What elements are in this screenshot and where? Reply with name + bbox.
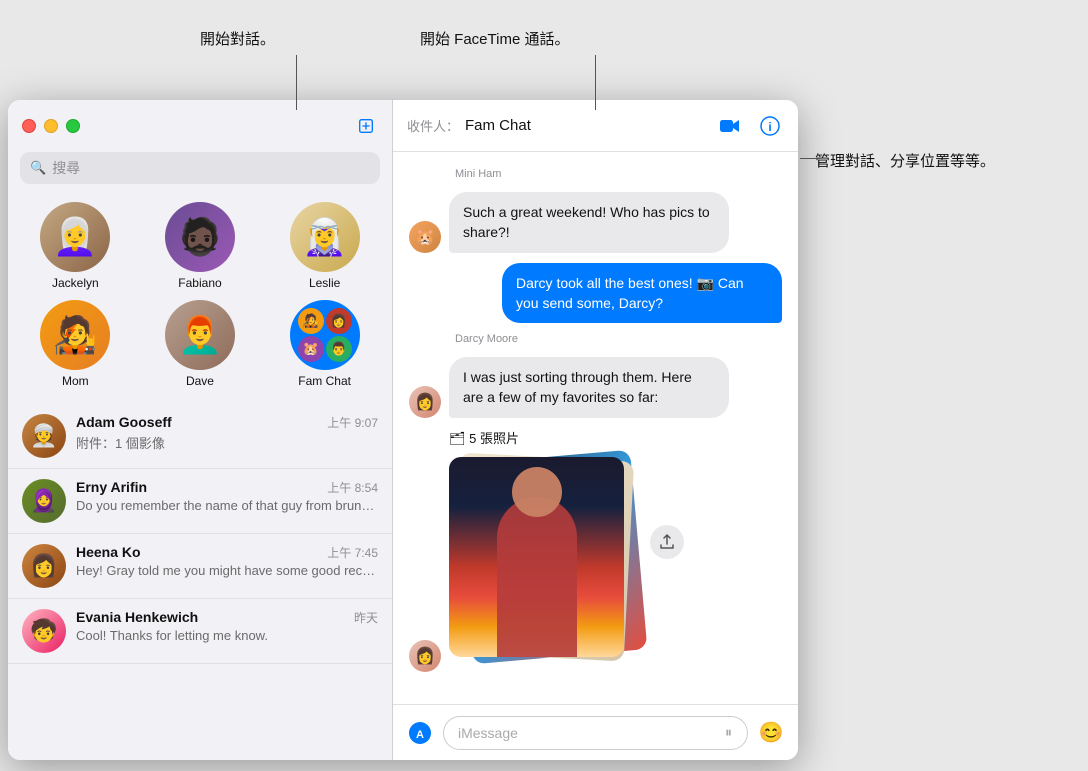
- sender-label-miniham: Mini Ham: [455, 168, 782, 180]
- messages-area: Mini Ham 🐹 Such a great weekend! Who has…: [393, 152, 798, 704]
- avatar-leslie: 🧝‍♀️: [290, 202, 360, 272]
- conversation-list: 👳 Adam Gooseff 上午 9:07 附件：1 個影像 🧕: [8, 404, 392, 760]
- info-button[interactable]: i: [756, 112, 784, 140]
- chat-title-section: 收件人： Fam Chat: [407, 116, 706, 135]
- avatar-famchat: 🧑‍🎤 👩 🐹 👨: [290, 300, 360, 370]
- share-button[interactable]: [650, 525, 684, 559]
- sender-label-darcy: Darcy Moore: [455, 333, 782, 345]
- conv-time-evania: 昨天: [354, 609, 378, 626]
- maximize-button[interactable]: [66, 119, 80, 133]
- conv-content-evania: Evania Henkewich 昨天 Cool! Thanks for let…: [76, 609, 378, 643]
- avatar-jackelyn: 👩‍🦳: [40, 202, 110, 272]
- message-row-3: 👩 I was just sorting through them. Here …: [409, 357, 782, 418]
- chat-header-actions: i: [716, 112, 784, 140]
- pinned-mom[interactable]: 🧑‍🎤 Mom: [30, 300, 120, 388]
- conv-preview-evania: Cool! Thanks for letting me know.: [76, 628, 378, 643]
- close-button[interactable]: [22, 119, 36, 133]
- contact-name-fabiano: Fabiano: [178, 276, 221, 290]
- conv-preview-erny: Do you remember the name of that guy fro…: [76, 498, 378, 513]
- avatar-heena: 👩: [22, 544, 66, 588]
- msg-bubble-1: Such a great weekend! Who has pics to sh…: [449, 192, 729, 253]
- conv-name-erny: Erny Arifin: [76, 479, 147, 495]
- conv-name-evania: Evania Henkewich: [76, 609, 198, 625]
- annotation-manage-chat: 管理對話、分享位置等等。: [815, 150, 995, 171]
- message-row-photos: 👩 🗂 5 張照片: [409, 428, 782, 672]
- annotation-start-chat: 開始對話。: [200, 28, 275, 49]
- pinned-famchat[interactable]: 🧑‍🎤 👩 🐹 👨 Fam Chat: [280, 300, 370, 388]
- avatar-dave: 👨‍🦰: [165, 300, 235, 370]
- pinned-leslie[interactable]: 🧝‍♀️ Leslie: [280, 202, 370, 290]
- msg-bubble-2: Darcy took all the best ones! 📷 Can you …: [502, 263, 782, 324]
- conv-time-heena: 上午 7:45: [327, 544, 378, 561]
- sidebar: 🔍 搜尋 👩‍🦳 Jackelyn 🧔🏿 Fabiano: [8, 100, 393, 760]
- msg-avatar-darcy-2: 👩: [409, 640, 441, 672]
- traffic-lights: [22, 119, 80, 133]
- minimize-button[interactable]: [44, 119, 58, 133]
- message-row-2: Darcy took all the best ones! 📷 Can you …: [409, 263, 782, 324]
- pinned-dave[interactable]: 👨‍🦰 Dave: [155, 300, 245, 388]
- facetime-button[interactable]: [716, 112, 744, 140]
- pinned-contacts: 👩‍🦳 Jackelyn 🧔🏿 Fabiano 🧝‍♀️ Leslie: [8, 194, 392, 404]
- svg-text:A: A: [416, 729, 424, 741]
- chat-panel: 收件人： Fam Chat i: [393, 100, 798, 760]
- msg-avatar-darcy: 👩: [409, 386, 441, 418]
- pinned-jackelyn[interactable]: 👩‍🦳 Jackelyn: [30, 202, 120, 290]
- pinned-fabiano[interactable]: 🧔🏿 Fabiano: [155, 202, 245, 290]
- app-window: 🔍 搜尋 👩‍🦳 Jackelyn 🧔🏿 Fabiano: [8, 100, 798, 760]
- contact-name-jackelyn: Jackelyn: [52, 276, 99, 290]
- conversation-evania[interactable]: 🧒 Evania Henkewich 昨天 Cool! Thanks for l…: [8, 599, 392, 664]
- input-bar: A iMessage ⏸ 😊: [393, 704, 798, 760]
- msg-bubble-3: I was just sorting through them. Here ar…: [449, 357, 729, 418]
- conv-content-heena: Heena Ko 上午 7:45 Hey! Gray told me you m…: [76, 544, 378, 578]
- photos-label: 🗂 5 張照片: [449, 428, 679, 447]
- contact-name-mom: Mom: [62, 374, 89, 388]
- conv-name-heena: Heena Ko: [76, 544, 141, 560]
- conv-preview-adam: 附件：1 個影像: [76, 433, 378, 452]
- chat-recipient: Fam Chat: [465, 117, 531, 134]
- avatar-adam: 👳: [22, 414, 66, 458]
- message-row-1: 🐹 Such a great weekend! Who has pics to …: [409, 192, 782, 253]
- annotation-start-facetime: 開始 FaceTime 通話。: [420, 28, 569, 49]
- conv-time-erny: 上午 8:54: [327, 479, 378, 496]
- search-bar[interactable]: 🔍 搜尋: [20, 152, 380, 184]
- conv-content-adam: Adam Gooseff 上午 9:07 附件：1 個影像: [76, 414, 378, 452]
- avatar-fabiano: 🧔🏿: [165, 202, 235, 272]
- svg-text:i: i: [768, 120, 771, 134]
- conversation-adam[interactable]: 👳 Adam Gooseff 上午 9:07 附件：1 個影像: [8, 404, 392, 469]
- input-placeholder: iMessage: [458, 725, 717, 741]
- conv-content-erny: Erny Arifin 上午 8:54 Do you remember the …: [76, 479, 378, 513]
- to-label: 收件人：: [407, 116, 459, 135]
- sidebar-titlebar: [8, 100, 392, 152]
- search-icon: 🔍: [30, 160, 46, 176]
- search-placeholder: 搜尋: [52, 158, 80, 178]
- conversation-heena[interactable]: 👩 Heena Ko 上午 7:45 Hey! Gray told me you…: [8, 534, 392, 599]
- avatar-erny: 🧕: [22, 479, 66, 523]
- contact-name-famchat: Fam Chat: [298, 374, 351, 388]
- avatar-mom: 🧑‍🎤: [40, 300, 110, 370]
- audio-waves-icon: ⏸: [725, 724, 733, 741]
- conv-name-adam: Adam Gooseff: [76, 414, 172, 430]
- conv-time-adam: 上午 9:07: [327, 414, 378, 431]
- conv-preview-heena: Hey! Gray told me you might have some go…: [76, 563, 378, 578]
- message-input[interactable]: iMessage ⏸: [443, 716, 748, 750]
- emoji-icon: 😊: [759, 720, 784, 745]
- compose-button[interactable]: [354, 114, 378, 138]
- appstore-button[interactable]: A: [405, 718, 435, 748]
- emoji-button[interactable]: 😊: [756, 718, 786, 748]
- contact-name-dave: Dave: [186, 374, 214, 388]
- conversation-erny[interactable]: 🧕 Erny Arifin 上午 8:54 Do you remember th…: [8, 469, 392, 534]
- avatar-evania: 🧒: [22, 609, 66, 653]
- msg-avatar-miniham: 🐹: [409, 221, 441, 253]
- contact-name-leslie: Leslie: [309, 276, 340, 290]
